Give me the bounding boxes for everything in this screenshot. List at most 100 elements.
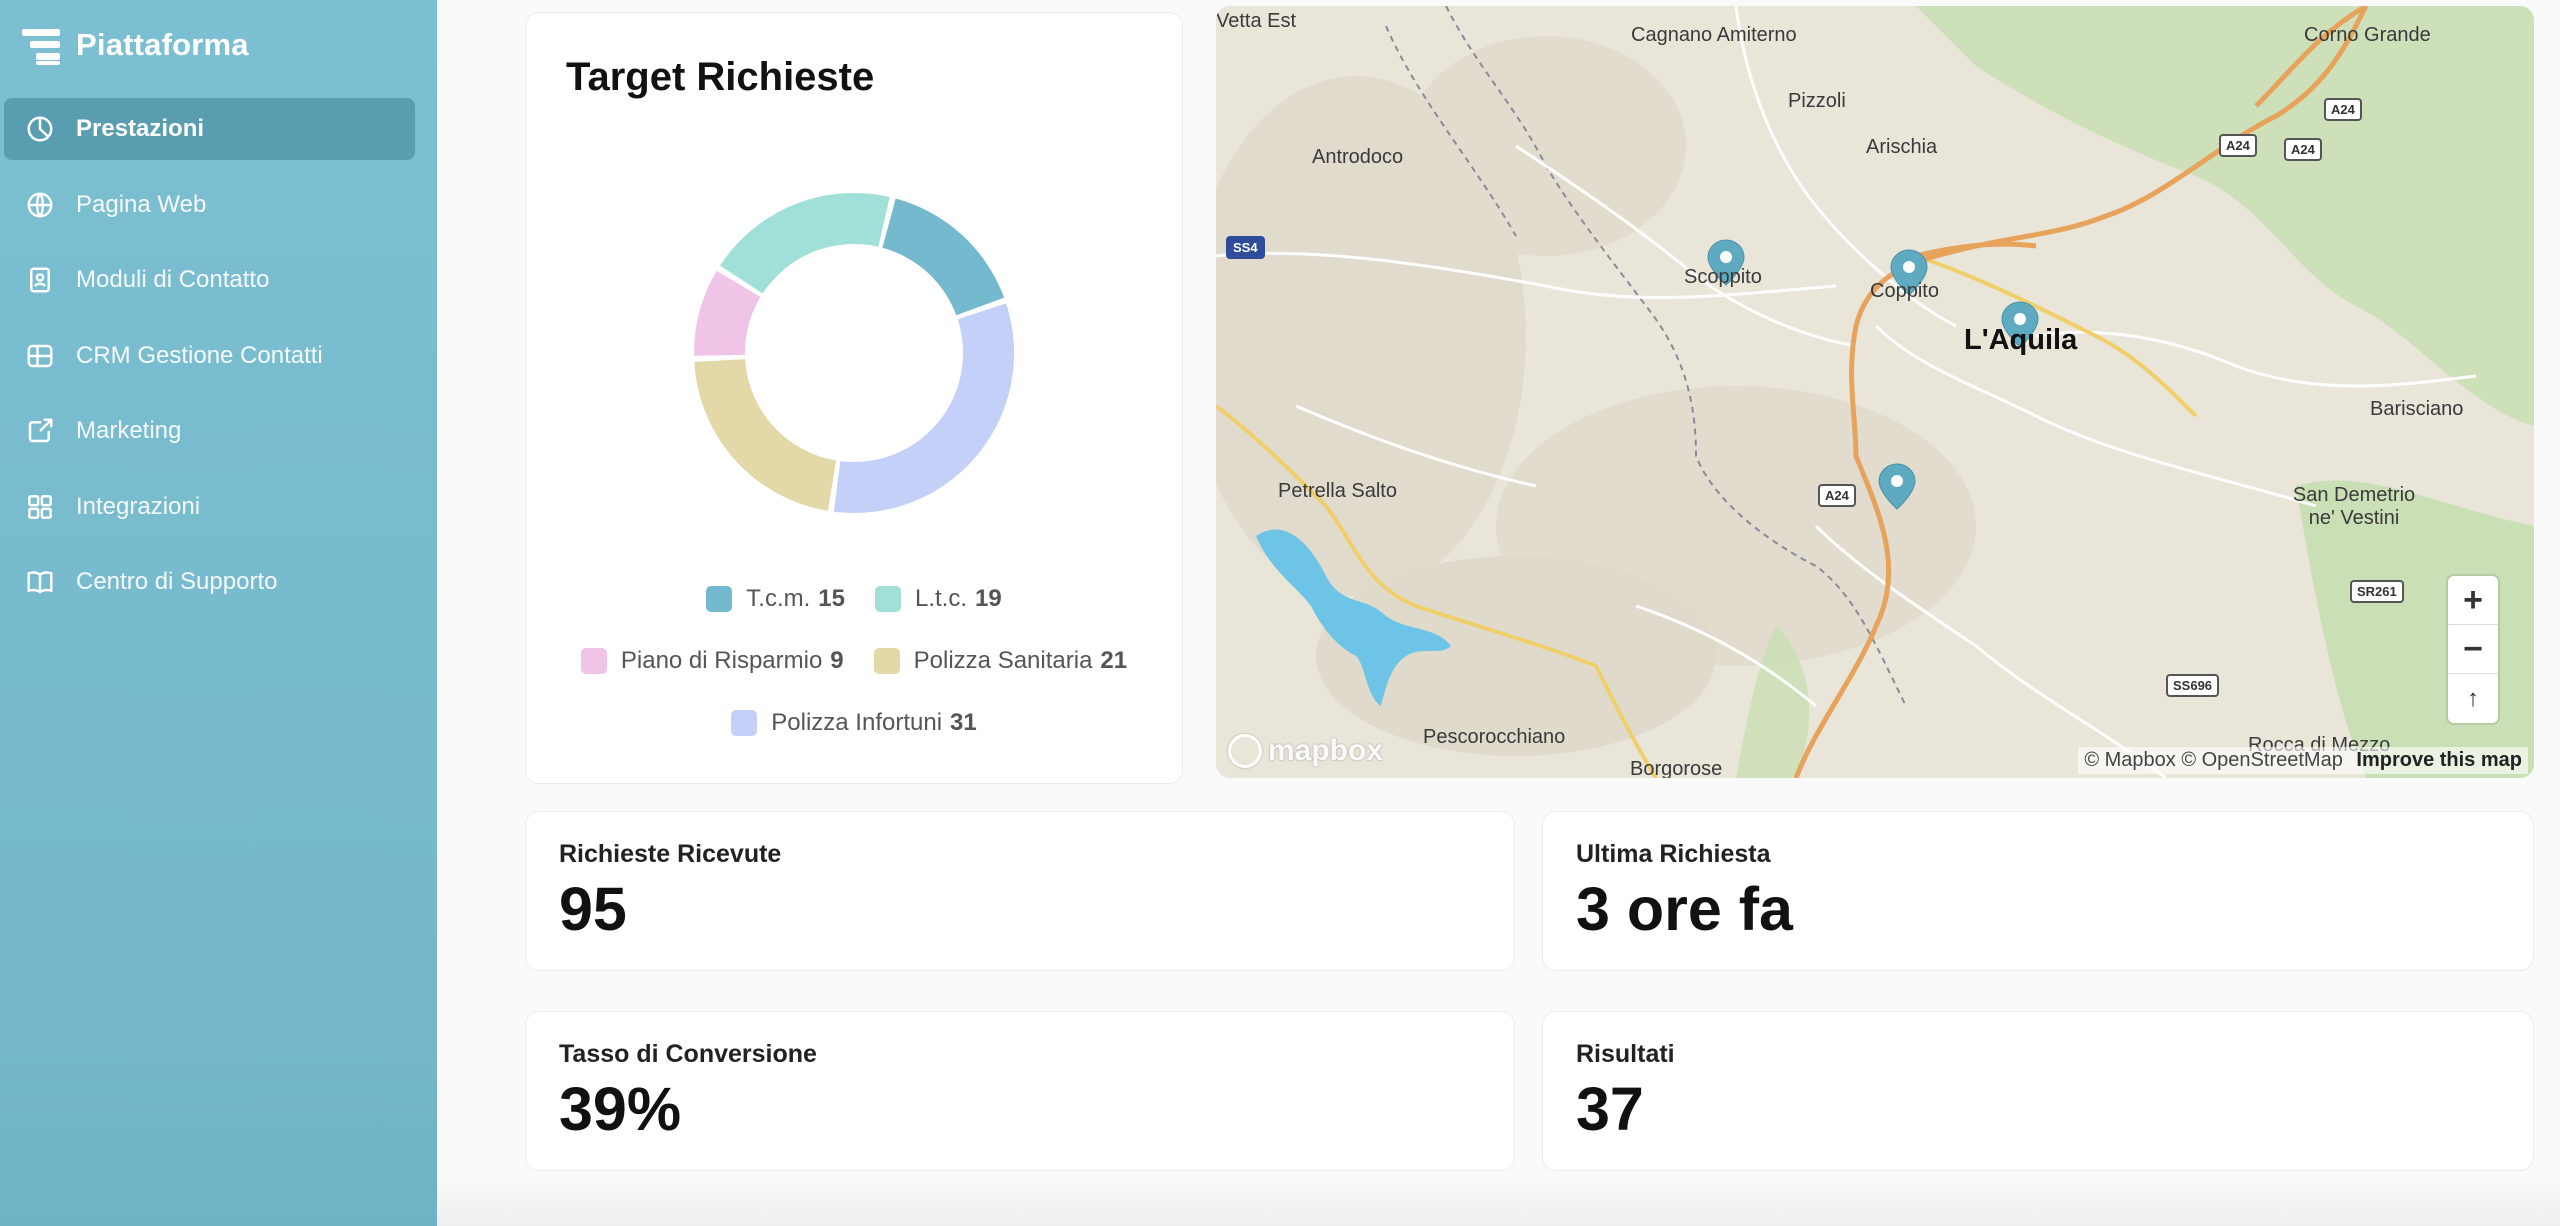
- legend-item[interactable]: Piano di Risparmio 9: [580, 647, 844, 675]
- pie-chart-icon: [24, 113, 56, 145]
- target-richieste-card: Target Richieste T.c.m. 15 L.t.c. 19 Pia…: [525, 12, 1183, 784]
- mapbox-logo[interactable]: mapbox: [1228, 734, 1383, 768]
- road-shield: SS4: [1226, 236, 1265, 259]
- zoom-in-button[interactable]: +: [2448, 576, 2498, 625]
- map-place-label: Pescorocchiano: [1423, 726, 1566, 748]
- map-card[interactable]: Vetta Est Cagnano Amiterno Corno Grande …: [1216, 6, 2534, 778]
- brand[interactable]: Piattaforma: [22, 22, 249, 68]
- map-attribution: © Mapbox © OpenStreetMap Improve this ma…: [2078, 747, 2528, 774]
- stat-card-tasso-conversione: Tasso di Conversione 39%: [525, 1011, 1515, 1171]
- sidebar-item-label: Pagina Web: [76, 190, 207, 218]
- legend-item[interactable]: L.t.c. 19: [874, 585, 1002, 613]
- sidebar-item-prestazioni[interactable]: Prestazioni: [4, 98, 415, 160]
- legend-swatch: [731, 710, 758, 736]
- legend-label: Piano di Risparmio: [620, 647, 823, 674]
- donut-slice-polizza-sanitaria[interactable]: [694, 359, 837, 511]
- card-title: Target Richieste: [566, 55, 875, 99]
- mapbox-logo-text: mapbox: [1268, 734, 1384, 767]
- map-place-label: Antrodoco: [1312, 146, 1404, 168]
- legend-label: Polizza Infortuni: [771, 709, 943, 736]
- sidebar-item-integrazioni[interactable]: Integrazioni: [4, 476, 415, 538]
- sidebar-item-label: Prestazioni: [76, 115, 205, 142]
- sidebar-item-label: Integrazioni: [76, 492, 201, 520]
- sidebar-item-label: Moduli di Contatto: [76, 266, 270, 293]
- zoom-out-button[interactable]: −: [2448, 625, 2498, 674]
- sidebar-item-label: CRM Gestione Contatti: [76, 341, 323, 369]
- legend-value: 21: [1100, 647, 1128, 674]
- map-city-label: L'Aquila: [1964, 324, 2078, 356]
- donut-slice-polizza-infortuni[interactable]: [833, 303, 1014, 513]
- stat-value: 39%: [559, 1075, 682, 1143]
- road-shield: A24: [1818, 484, 1856, 507]
- donut-chart: [694, 193, 1014, 513]
- stat-card-ultima-richiesta: Ultima Richiesta 3 ore fa: [1542, 811, 2534, 971]
- legend-swatch: [874, 586, 901, 612]
- map-canvas[interactable]: [1216, 6, 2534, 778]
- map-place-label: San Demetrio ne' Vestini: [2292, 484, 2416, 529]
- legend-swatch: [706, 586, 733, 612]
- sidebar-item-marketing[interactable]: Marketing: [4, 400, 415, 462]
- contact-form-icon: [24, 264, 56, 296]
- legend-row: T.c.m. 15 L.t.c. 19: [526, 585, 1182, 613]
- map-place-label: Borgorose: [1630, 758, 1723, 778]
- globe-icon: [24, 189, 56, 221]
- legend-swatch: [873, 648, 900, 674]
- sidebar-item-supporto[interactable]: Centro di Supporto: [4, 551, 415, 613]
- improve-map-link[interactable]: Improve this map: [2356, 749, 2522, 771]
- legend-label: T.c.m.: [746, 585, 811, 612]
- legend-value: 31: [950, 709, 977, 736]
- stat-value: 37: [1576, 1075, 1644, 1143]
- legend-item[interactable]: T.c.m. 15: [706, 585, 845, 613]
- road-shield: SR261: [2350, 580, 2404, 603]
- grid-icon: [24, 491, 56, 523]
- book-icon: [24, 566, 56, 598]
- stat-value: 95: [559, 875, 627, 943]
- legend-item[interactable]: Polizza Sanitaria 21: [873, 647, 1128, 675]
- sidebar-item-label: Marketing: [76, 417, 182, 444]
- stat-card-richieste-ricevute: Richieste Ricevute 95: [525, 811, 1515, 971]
- donut-slice-l-t-c-[interactable]: [719, 193, 890, 294]
- menu-logo-icon: [22, 25, 62, 65]
- sidebar-nav: Prestazioni Pagina Web Moduli di Contatt…: [4, 98, 415, 627]
- map-zoom-controls: + − ↑: [2448, 576, 2498, 723]
- donut-slice-t-c-m-[interactable]: [882, 198, 1005, 316]
- legend-row: Polizza Infortuni 31: [526, 709, 1182, 737]
- map-place-label: Barisciano: [2370, 398, 2464, 420]
- sidebar-item-crm[interactable]: CRM Gestione Contatti: [4, 325, 415, 387]
- map-place-label: Pizzoli: [1788, 90, 1846, 112]
- brand-title: Piattaforma: [76, 27, 249, 62]
- legend-label: Polizza Sanitaria: [913, 647, 1093, 674]
- legend-item[interactable]: Polizza Infortuni 31: [731, 709, 977, 737]
- map-place-label: Arischia: [1866, 136, 1938, 158]
- attribution-text[interactable]: © Mapbox © OpenStreetMap: [2084, 749, 2343, 771]
- compass-reset-button[interactable]: ↑: [2448, 674, 2498, 723]
- stat-label: Richieste Ricevute: [559, 840, 782, 868]
- stat-label: Risultati: [1576, 1040, 1675, 1068]
- stat-label: Ultima Richiesta: [1576, 840, 1771, 868]
- legend-row: Piano di Risparmio 9 Polizza Sanitaria 2…: [526, 647, 1182, 675]
- mapbox-logo-icon: [1228, 734, 1262, 768]
- legend-value: 19: [975, 585, 1002, 612]
- map-place-label: Vetta Est: [1216, 10, 1297, 32]
- map-place-label: Cagnano Amiterno: [1631, 24, 1797, 46]
- legend-value: 15: [818, 585, 845, 612]
- sidebar-item-label: Centro di Supporto: [76, 568, 278, 595]
- sidebar-item-pagina-web[interactable]: Pagina Web: [4, 174, 415, 236]
- road-shield: SS696: [2166, 674, 2220, 697]
- sidebar: Piattaforma Prestazioni Pagina Web Modul…: [0, 0, 437, 1226]
- crm-table-icon: [24, 340, 56, 372]
- share-icon: [24, 415, 56, 447]
- road-shield: A24: [2219, 134, 2257, 157]
- map-place-label: Scoppito: [1684, 266, 1762, 288]
- stat-card-risultati: Risultati 37: [1542, 1011, 2534, 1171]
- legend-swatch: [580, 648, 607, 674]
- sidebar-item-moduli-contatto[interactable]: Moduli di Contatto: [4, 249, 415, 311]
- map-place-label: Coppito: [1870, 280, 1939, 302]
- scroll-fade: [437, 1180, 2560, 1226]
- stat-value: 3 ore fa: [1576, 875, 1793, 943]
- legend-label: L.t.c.: [914, 585, 968, 612]
- road-shield: A24: [2324, 98, 2362, 121]
- stat-label: Tasso di Conversione: [559, 1040, 817, 1068]
- map-place-label: Corno Grande: [2304, 24, 2431, 46]
- legend-value: 9: [830, 647, 844, 674]
